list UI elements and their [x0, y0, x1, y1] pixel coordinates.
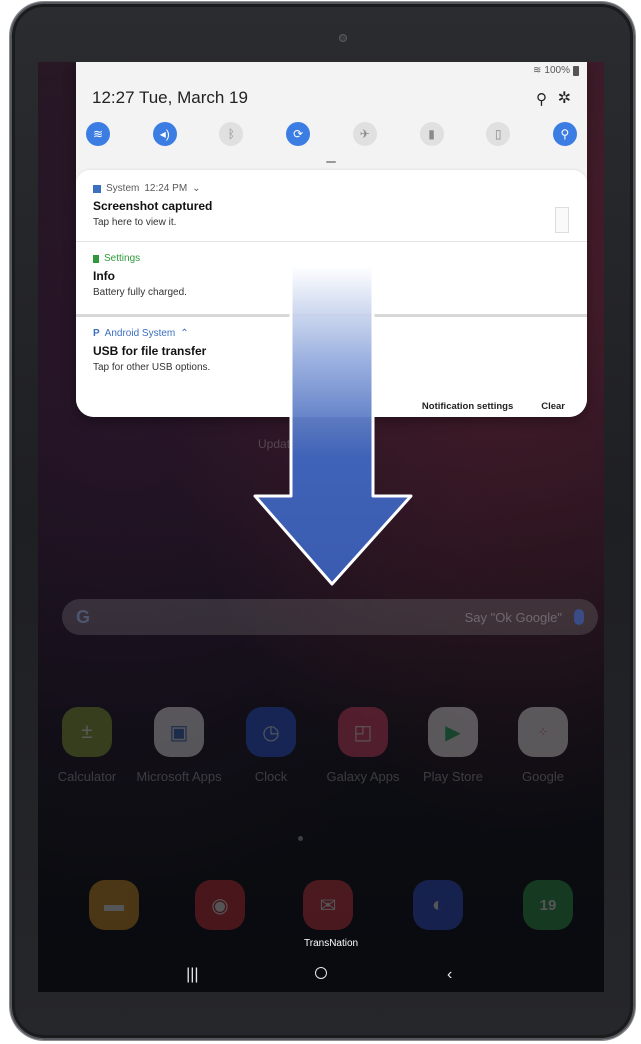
gallery-app-icon	[93, 184, 101, 193]
bluetooth-icon[interactable]: ᛒ	[219, 122, 244, 146]
chevron-down-icon[interactable]: ⌄	[192, 183, 200, 194]
home-button[interactable]	[306, 966, 336, 984]
notification-time: 12:24 PM	[144, 183, 188, 194]
dock-label: TransNation	[304, 938, 359, 949]
power-saving-icon[interactable]: ▮	[419, 122, 444, 146]
wifi-icon[interactable]: ≋	[86, 122, 110, 146]
airplane-mode-icon[interactable]: ✈	[352, 122, 377, 146]
settings-app-icon	[93, 254, 99, 263]
notification-header: System 12:24 PM ⌄	[93, 183, 587, 194]
date: Tue, March 19	[138, 88, 248, 107]
notification-settings-button[interactable]: Notification settings	[422, 401, 513, 412]
chevron-up-icon[interactable]: ⌃	[180, 328, 188, 339]
settings-gear-icon[interactable]: ✲	[558, 88, 571, 108]
notification-app: Android System	[104, 328, 176, 339]
search-icon[interactable]: ⚲	[536, 90, 547, 108]
sound-icon[interactable]: ◂)	[152, 122, 177, 146]
notification-screenshot[interactable]: System 12:24 PM ⌄ Screenshot captured Ta…	[76, 183, 587, 233]
android-system-icon: P	[93, 328, 100, 339]
front-camera	[339, 34, 347, 42]
quick-settings-row: ≋ ◂) ᛒ ⟳ ✈ ▮ ▯ ⚲	[84, 122, 579, 146]
clear-button[interactable]: Clear	[541, 401, 565, 412]
time: 12:27	[92, 88, 135, 107]
notification-app: System	[106, 183, 140, 194]
battery-icon	[573, 65, 579, 76]
navigation-bar: ||| ‹	[38, 957, 604, 992]
swipe-down-arrow-icon	[253, 264, 413, 586]
back-button[interactable]: ‹	[435, 966, 465, 984]
auto-rotate-icon[interactable]: ⟳	[286, 122, 311, 146]
screenshot-thumbnail	[555, 207, 569, 233]
divider	[76, 241, 587, 242]
blue-light-filter-icon[interactable]: ▯	[486, 122, 511, 146]
panel-drag-handle[interactable]	[326, 161, 336, 163]
location-icon[interactable]: ⚲	[552, 122, 577, 146]
battery-percent: 100%	[544, 65, 570, 76]
recents-button[interactable]: |||	[177, 966, 207, 984]
status-bar: ≋ 100%	[533, 65, 579, 76]
panel-clock: 12:27 Tue, March 19	[92, 88, 248, 108]
notification-app: Settings	[104, 253, 141, 264]
notification-title: Screenshot captured	[93, 199, 213, 213]
notification-body: Tap here to view it.	[93, 217, 177, 228]
wifi-status-icon: ≋	[533, 65, 542, 76]
